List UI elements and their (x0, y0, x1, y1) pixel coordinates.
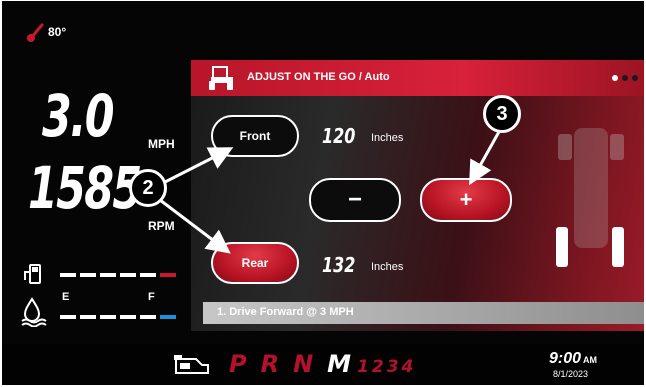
callout-2: 2 (129, 169, 167, 207)
callout-arrows (159, 129, 502, 254)
callout-3: 3 (483, 95, 521, 133)
